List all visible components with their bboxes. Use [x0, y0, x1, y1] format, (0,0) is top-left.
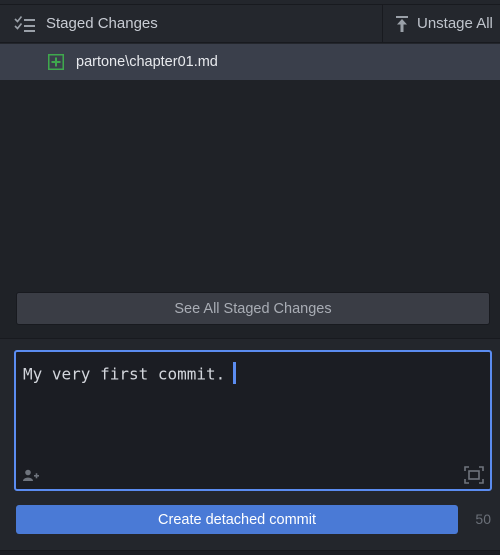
checklist-icon — [14, 15, 35, 32]
add-co-author-icon[interactable] — [23, 469, 39, 481]
commit-area: My very first commit. Create detached co… — [0, 339, 500, 555]
staged-file-name: partone\chapter01.md — [76, 54, 218, 70]
see-all-container: See All Staged Changes — [0, 285, 500, 339]
staged-changes-panel: Staged Changes Unstage All partone\chapt… — [0, 0, 500, 555]
added-file-icon — [48, 54, 64, 70]
create-detached-commit-button[interactable]: Create detached commit — [16, 505, 458, 534]
unstage-all-button[interactable]: Unstage All — [382, 5, 500, 42]
commit-message-text-wrap: My very first commit. — [23, 362, 237, 386]
header-title: Staged Changes — [46, 15, 158, 32]
unstage-all-label: Unstage All — [417, 15, 493, 32]
expand-editor-icon[interactable] — [464, 466, 484, 484]
commit-message-input[interactable]: My very first commit. — [14, 350, 492, 491]
arrow-up-to-line-icon — [396, 15, 408, 32]
staged-changes-header: Staged Changes Unstage All — [0, 4, 500, 43]
header-title-group: Staged Changes — [14, 5, 158, 42]
staged-file-row[interactable]: partone\chapter01.md — [0, 44, 500, 80]
commit-message-text: My very first commit. — [23, 364, 226, 384]
text-cursor — [233, 362, 237, 384]
remaining-characters-count: 50 — [475, 511, 491, 527]
panel-bottom-edge — [0, 550, 500, 555]
see-all-staged-changes-button[interactable]: See All Staged Changes — [16, 292, 490, 325]
staged-file-list-empty-area — [0, 80, 500, 285]
